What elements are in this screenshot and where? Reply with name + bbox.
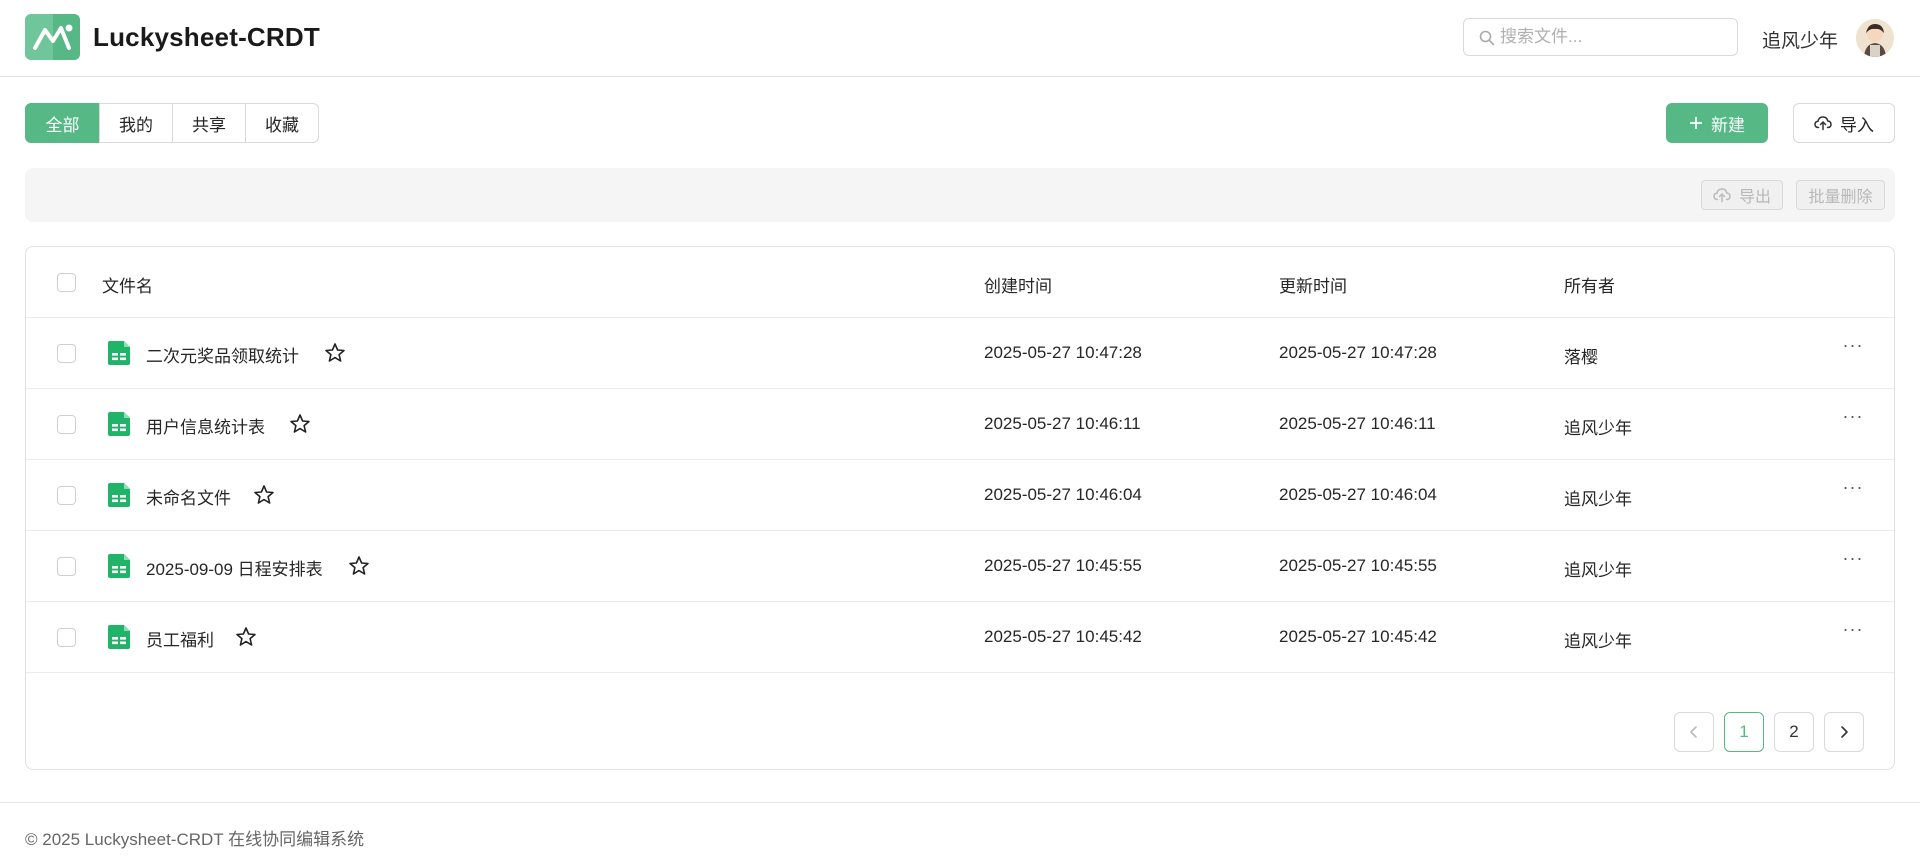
table-row[interactable]: 未命名文件 2025-05-27 10:46:04 2025-05-27 10:… [26,460,1894,531]
cloud-upload-icon [1713,188,1731,203]
more-actions-icon[interactable]: ··· [1839,548,1867,578]
export-label: 导出 [1738,189,1771,206]
table-header: 文件名 创建时间 更新时间 所有者 [26,247,1894,318]
owner: 追风少年 [1564,632,1632,651]
search-input[interactable] [1500,19,1730,55]
star-icon[interactable] [234,625,258,649]
column-header-updated: 更新时间 [1279,277,1347,296]
plus-icon [1690,117,1702,129]
cloud-upload-icon [1814,116,1832,131]
file-name[interactable]: 2025-09-09 日程安排表 [146,555,323,580]
owner: 追风少年 [1564,490,1632,509]
import-button[interactable]: 导入 [1793,103,1895,143]
spreadsheet-file-icon [108,412,130,436]
app-header: Luckysheet-CRDT 追风少年 [0,0,1920,77]
row-checkbox[interactable] [57,344,76,363]
table-row[interactable]: 二次元奖品领取统计 2025-05-27 10:47:28 2025-05-27… [26,318,1894,389]
table-row[interactable]: 用户信息统计表 2025-05-27 10:46:11 2025-05-27 1… [26,389,1894,460]
more-actions-icon[interactable]: ··· [1839,406,1867,436]
star-icon[interactable] [288,412,312,436]
owner: 追风少年 [1564,561,1632,580]
user-avatar[interactable] [1856,19,1894,57]
new-file-button[interactable]: 新建 [1666,103,1768,143]
tab-mine[interactable]: 我的 [99,103,173,143]
updated-time: 2025-05-27 10:47:28 [1279,343,1437,362]
created-time: 2025-05-27 10:46:11 [984,414,1141,433]
prev-page-button[interactable] [1674,712,1714,752]
column-header-created: 创建时间 [984,277,1052,296]
spreadsheet-file-icon [108,483,130,507]
next-page-button[interactable] [1824,712,1864,752]
column-header-owner: 所有者 [1564,277,1615,296]
new-file-label: 新建 [1711,115,1745,135]
table-row[interactable]: 2025-09-09 日程安排表 2025-05-27 10:45:55 202… [26,531,1894,602]
spreadsheet-file-icon [108,625,130,649]
row-checkbox[interactable] [57,557,76,576]
file-name[interactable]: 二次元奖品领取统计 [146,342,299,367]
more-actions-icon[interactable]: ··· [1839,619,1867,649]
created-time: 2025-05-27 10:47:28 [984,343,1142,362]
more-actions-icon[interactable]: ··· [1839,477,1867,507]
footer-text: © 2025 Luckysheet-CRDT 在线协同编辑系统 [25,830,365,849]
star-icon[interactable] [323,341,347,365]
row-checkbox[interactable] [57,486,76,505]
tab-all[interactable]: 全部 [25,103,100,143]
column-header-name: 文件名 [102,277,153,296]
spreadsheet-file-icon [108,341,130,365]
app-logo-icon [25,14,80,60]
search-icon [1479,30,1495,46]
page-button-1[interactable]: 1 [1724,712,1764,752]
footer-divider [0,802,1920,803]
table-row[interactable]: 员工福利 2025-05-27 10:45:42 2025-05-27 10:4… [26,602,1894,673]
bulk-delete-button[interactable]: 批量删除 [1796,180,1885,210]
more-actions-icon[interactable]: ··· [1839,335,1867,365]
star-icon[interactable] [347,554,371,578]
spreadsheet-file-icon [108,554,130,578]
search-box[interactable] [1463,18,1738,56]
created-time: 2025-05-27 10:45:55 [984,556,1142,575]
created-time: 2025-05-27 10:46:04 [984,485,1142,504]
file-name[interactable]: 员工福利 [146,626,214,651]
owner: 追风少年 [1564,419,1632,438]
select-all-checkbox[interactable] [57,273,76,292]
row-checkbox[interactable] [57,415,76,434]
updated-time: 2025-05-27 10:45:42 [1279,627,1437,646]
row-checkbox[interactable] [57,628,76,647]
file-name[interactable]: 用户信息统计表 [146,413,265,438]
chevron-right-icon [1841,726,1848,738]
app-title: Luckysheet-CRDT [93,22,320,52]
page-button-2[interactable]: 2 [1774,712,1814,752]
star-icon[interactable] [252,483,276,507]
batch-toolbar: 导出 批量删除 [25,168,1895,222]
tab-shared[interactable]: 共享 [172,103,246,143]
owner: 落樱 [1564,348,1598,367]
updated-time: 2025-05-27 10:46:04 [1279,485,1437,504]
file-table: 文件名 创建时间 更新时间 所有者 二次元奖品领取统计 2025-05-27 1… [25,246,1895,770]
tab-favorites[interactable]: 收藏 [245,103,319,143]
export-button[interactable]: 导出 [1701,180,1783,210]
created-time: 2025-05-27 10:45:42 [984,627,1142,646]
updated-time: 2025-05-27 10:46:11 [1279,414,1436,433]
file-name[interactable]: 未命名文件 [146,484,231,509]
chevron-left-icon [1690,726,1697,738]
updated-time: 2025-05-27 10:45:55 [1279,556,1437,575]
username[interactable]: 追风少年 [1762,26,1838,53]
import-label: 导入 [1840,115,1874,135]
file-filter-tabs: 全部 我的 共享 收藏 [25,103,319,143]
